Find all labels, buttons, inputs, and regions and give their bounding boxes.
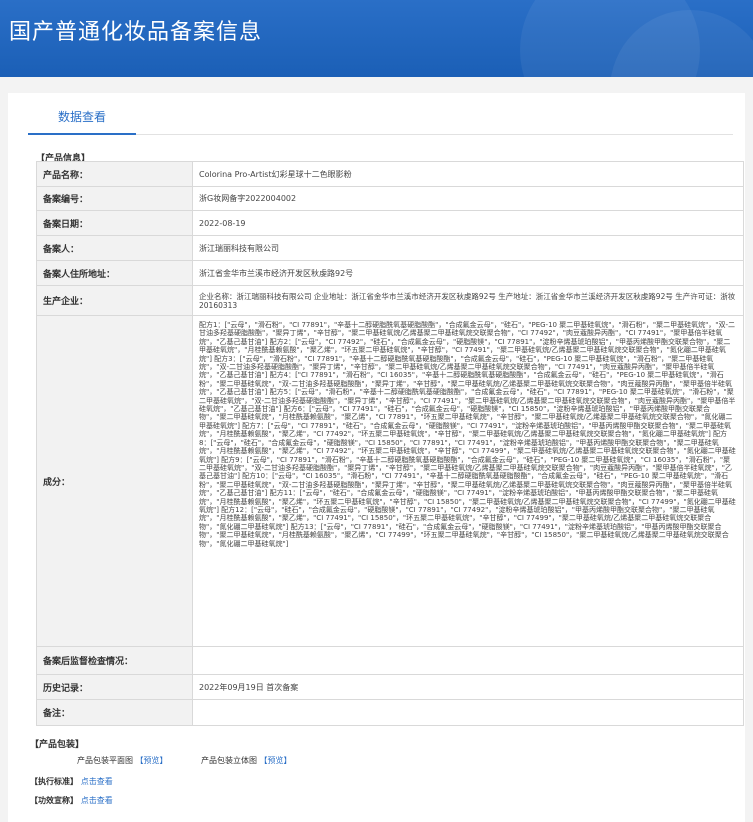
table-row: 生产企业： 企业名称：浙江瑞丽科技有限公司 企业地址：浙江省金华市兰溪市经济开发… [37, 286, 743, 316]
table-row: 历史记录： 2022年09月19日 首次备案 [37, 675, 743, 700]
table-row: 备案后监督检查情况： [37, 647, 743, 675]
row-label: 备案人： [37, 236, 193, 260]
remarks-value [193, 700, 743, 725]
efficacy-view-link[interactable]: 点击查看 [81, 796, 113, 805]
product-info-table: 产品名称： Colorina Pro-Artist幻彩星球十二色眼影粉 备案编号… [36, 161, 744, 726]
table-row: 备注： [37, 700, 743, 725]
packaging-solid-preview-link[interactable]: 【预览】 [260, 756, 292, 765]
packaging-title: 【产品包装】 [30, 740, 85, 750]
table-row: 备案人： 浙江瑞丽科技有限公司 [37, 236, 743, 261]
table-row: 成分： 配方1：["云母"，"滑石粉"，"CI 77891"，"辛基十二醇硬脂酰… [37, 316, 743, 647]
manufacturer-value: 企业名称：浙江瑞丽科技有限公司 企业地址：浙江省金华市兰溪市经济开发区秋虔路92… [199, 291, 736, 310]
packaging-flat-label: 产品包装平面图 [77, 756, 133, 765]
ingredients-value: 配方1：["云母"，"滑石粉"，"CI 77891"，"辛基十二醇硬脂酰氧基硬脂… [199, 321, 736, 548]
ingredients-cell: 配方1：["云母"，"滑石粉"，"CI 77891"，"辛基十二醇硬脂酰氧基硬脂… [193, 316, 743, 646]
product-name-value: Colorina Pro-Artist幻彩星球十二色眼影粉 [199, 169, 352, 179]
packaging-flat: 产品包装平面图 【预览】 [77, 755, 168, 766]
tab-bar: 数据查看 [28, 105, 733, 135]
tab-data-view[interactable]: 数据查看 [28, 105, 136, 135]
record-date-value: 2022-08-19 [199, 218, 246, 228]
registrant-value: 浙江瑞丽科技有限公司 [199, 243, 279, 253]
record-number-value: 浙G妆网备字2022004002 [199, 194, 297, 203]
packaging-flat-preview-link[interactable]: 【预览】 [136, 756, 168, 765]
packaging-solid: 产品包装立体图 【预览】 [201, 755, 292, 766]
efficacy-row: 【功效宣称】 点击查看 [30, 795, 113, 806]
row-label: 产品名称： [37, 162, 193, 186]
table-row: 备案人住所地址： 浙江省金华市兰溪市经济开发区秋虔路92号 [37, 261, 743, 286]
table-row: 产品名称： Colorina Pro-Artist幻彩星球十二色眼影粉 [37, 162, 743, 187]
table-row: 备案日期： 2022-08-19 [37, 211, 743, 236]
standard-title: 【执行标准】 [30, 777, 78, 786]
row-label: 生产企业： [37, 286, 193, 315]
history-value: 2022年09月19日 首次备案 [199, 682, 299, 692]
row-label: 备案编号： [37, 187, 193, 210]
row-label: 成分： [37, 316, 193, 646]
standard-row: 【执行标准】 点击查看 [30, 776, 113, 787]
content-card: 数据查看 【产品信息】 产品名称： Colorina Pro-Artist幻彩星… [8, 93, 745, 822]
header-banner: 国产普通化妆品备案信息 [0, 0, 753, 77]
packaging-solid-label: 产品包装立体图 [201, 756, 257, 765]
page-title: 国产普通化妆品备案信息 [9, 20, 263, 45]
row-label: 备案人住所地址： [37, 261, 193, 285]
row-label: 备注： [37, 700, 193, 725]
row-label: 备案后监督检查情况： [37, 647, 193, 674]
row-label: 备案日期： [37, 211, 193, 235]
row-label: 历史记录： [37, 675, 193, 699]
inspection-value [193, 647, 743, 674]
standard-view-link[interactable]: 点击查看 [81, 777, 113, 786]
registrant-address-value: 浙江省金华市兰溪市经济开发区秋虔路92号 [199, 268, 354, 278]
table-row: 备案编号： 浙G妆网备字2022004002 [37, 187, 743, 211]
efficacy-title: 【功效宣称】 [30, 796, 78, 805]
